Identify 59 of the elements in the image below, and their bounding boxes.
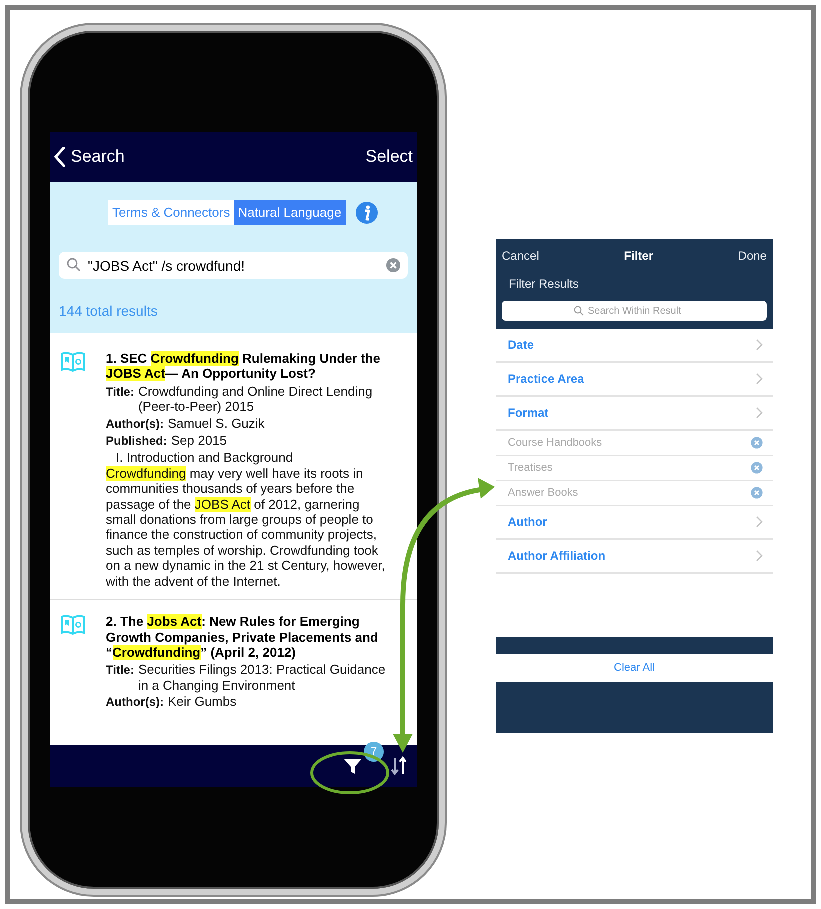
row-label: Treatises: [508, 462, 553, 474]
back-button[interactable]: Search: [54, 147, 125, 167]
search-icon: [67, 258, 81, 272]
result-count: 144 total results: [59, 303, 159, 319]
remove-icon[interactable]: [751, 487, 763, 499]
row-label: Answer Books: [508, 487, 578, 499]
mode-tab[interactable]: Terms & Connectors: [108, 200, 234, 225]
back-chevron-icon: [54, 147, 66, 167]
field-value: Samuel S. Guzik: [168, 416, 266, 432]
field-label: Title:: [106, 384, 134, 400]
remove-icon[interactable]: [751, 437, 763, 449]
filter-category[interactable]: Practice Area: [496, 363, 773, 397]
chevron-icon: [756, 407, 763, 419]
filter-category[interactable]: Author Affiliation: [496, 540, 773, 574]
field-label: Published:: [106, 434, 168, 450]
row-label: Author: [508, 515, 548, 529]
cancel-button[interactable]: Cancel: [502, 249, 540, 263]
filter-category[interactable]: Date: [496, 329, 773, 363]
row-label: Practice Area: [508, 372, 584, 386]
search-field[interactable]: "JOBS Act" /s crowdfund!: [59, 252, 408, 279]
filter-category[interactable]: Author: [496, 506, 773, 540]
remove-icon[interactable]: [751, 462, 763, 474]
result-title[interactable]: 2. The Jobs Act: New Rules for Emerging Growth Companies, Private Placements and “Crowdfunding” (April 2, 2012): [106, 614, 387, 660]
sort-arrows-icon: [391, 756, 407, 776]
select-button[interactable]: Select: [366, 147, 413, 167]
snippet-heading: I. Introduction and Background: [115, 450, 294, 466]
chevron-icon: [756, 550, 763, 562]
clear-icon[interactable]: [386, 258, 401, 273]
field-label: Author(s):: [106, 695, 164, 711]
panel-title: Filter: [624, 249, 654, 263]
row-label: Date: [508, 338, 534, 352]
field-value: Keir Gumbs: [168, 694, 238, 710]
field-value: Securities Filings 2013: Practical Guidance in a Changing Environment: [138, 662, 387, 694]
field-label: Author(s):: [106, 416, 164, 432]
filter-value[interactable]: Treatises: [496, 456, 773, 481]
field-value: Crowdfunding and Online Direct Lending (Peer-to-Peer) 2015: [138, 384, 374, 415]
funnel-icon: [343, 756, 363, 776]
info-icon[interactable]: [354, 200, 379, 224]
filter-value[interactable]: Answer Books: [496, 481, 773, 506]
row-label: Format: [508, 406, 549, 420]
filter-value[interactable]: Course Handbooks: [496, 431, 773, 456]
chevron-icon: [756, 339, 763, 351]
row-label: Author Affiliation: [508, 549, 606, 563]
row-label: Course Handbooks: [508, 437, 602, 449]
field-value: Sep 2015: [171, 433, 228, 448]
sort-button[interactable]: [391, 756, 407, 776]
book-icon: [60, 614, 86, 636]
done-button[interactable]: Done: [738, 249, 767, 263]
filter-button[interactable]: [343, 756, 363, 776]
search-icon: [574, 306, 584, 316]
filter-category[interactable]: Format: [496, 397, 773, 431]
section-label: Filter Results: [508, 276, 580, 293]
chevron-icon: [756, 373, 763, 385]
book-icon: [60, 351, 86, 373]
chevron-icon: [756, 516, 763, 528]
search-field[interactable]: Search Within Result: [502, 301, 767, 321]
field-label: Title:: [106, 663, 134, 679]
result-snippet: Crowdfunding may very well have its roots in communities thousands of years before the passage of the JOBS Act of 2012, garnering small donations from large groups of people to finance the construction of community projects, such as temples of worship. Crowdfunding took on a new dynamic in the 21 st Century, however, with the advent of the Internet.: [106, 466, 386, 590]
mode-tab[interactable]: Natural Language: [234, 200, 346, 225]
